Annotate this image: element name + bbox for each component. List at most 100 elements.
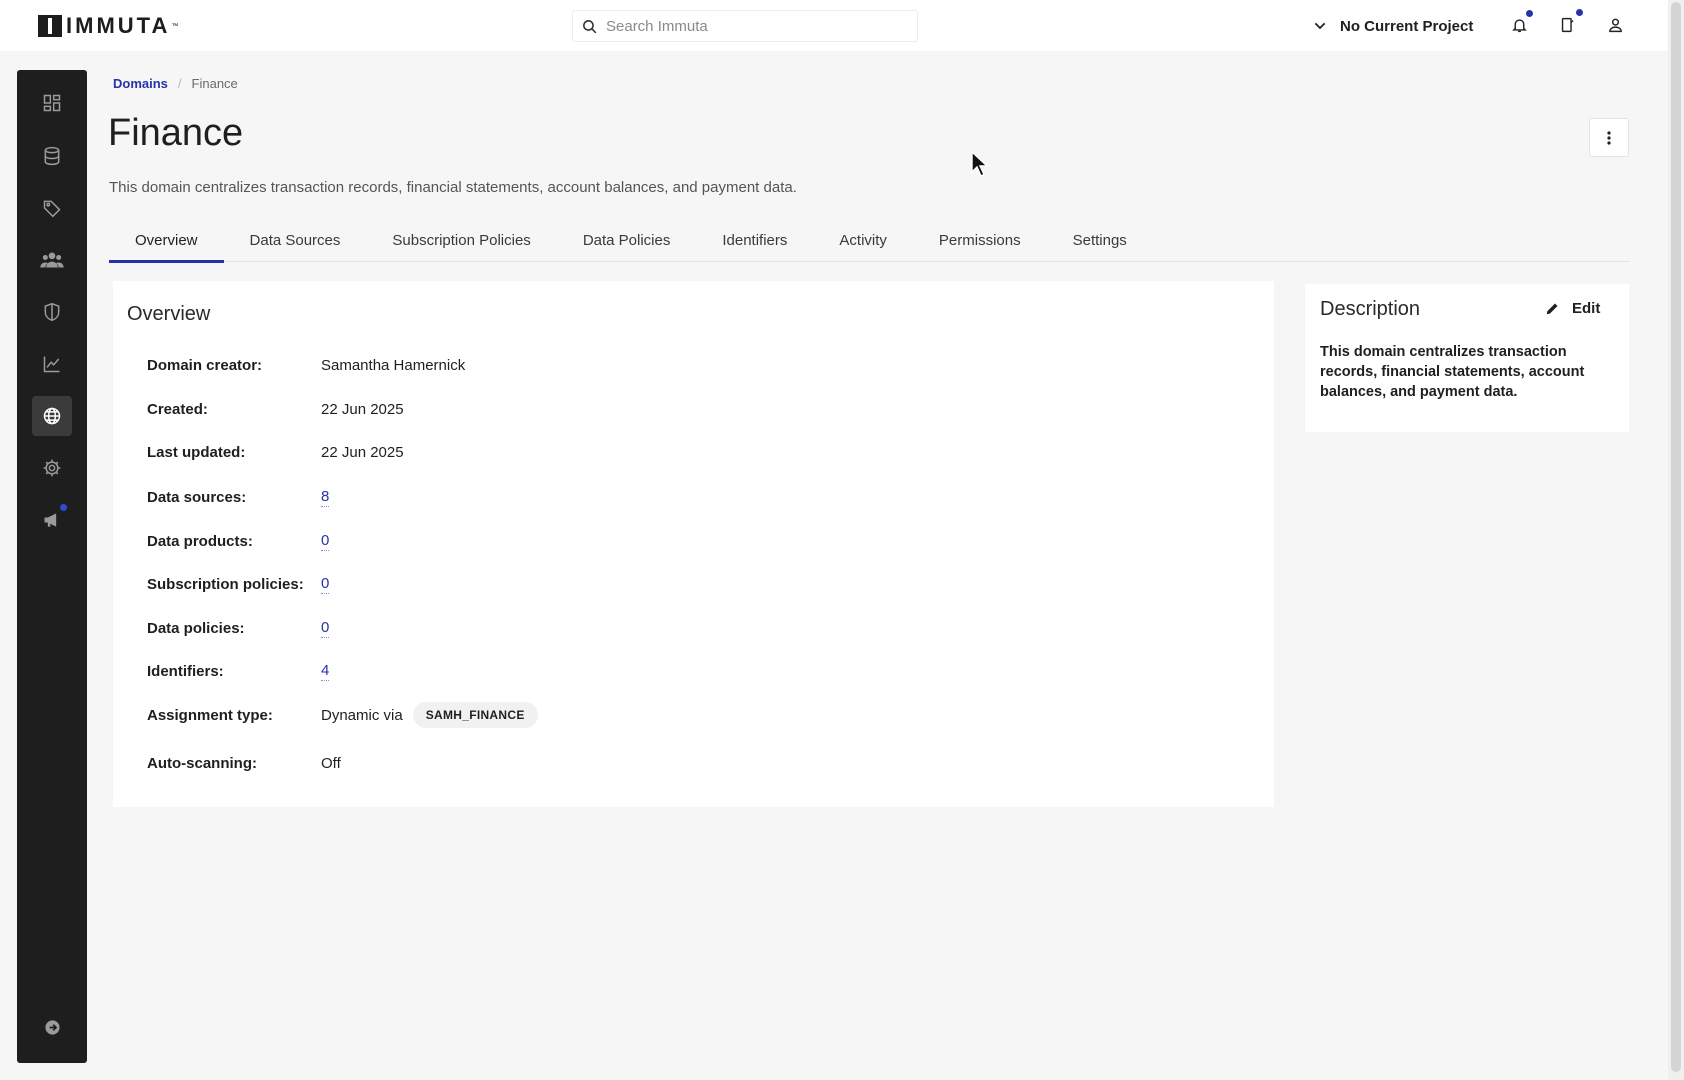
row-auto-scanning: Auto-scanning: Off xyxy=(147,755,341,772)
search-input[interactable] xyxy=(606,17,906,35)
notifications-button[interactable] xyxy=(1508,10,1533,36)
edit-label: Edit xyxy=(1572,300,1601,317)
database-icon xyxy=(44,146,60,166)
sidebar-item-policies[interactable] xyxy=(32,292,72,332)
assignment-type-value: Dynamic via xyxy=(321,706,403,724)
trademark: ™ xyxy=(171,22,179,30)
row-assignment-type: Assignment type: Dynamic via SAMH_FINANC… xyxy=(147,702,538,728)
data-policies-count-link[interactable]: 0 xyxy=(321,619,330,638)
overview-card: Overview Domain creator: Samantha Hamern… xyxy=(113,281,1274,807)
domain-creator-value: Samantha Hamernick xyxy=(321,357,466,374)
requests-icon xyxy=(1561,17,1574,33)
sidebar-item-settings[interactable] xyxy=(32,448,72,488)
top-bar: IMMUTA ™ No Current Project xyxy=(0,0,1668,51)
row-data-policies: Data policies: 0 xyxy=(147,619,330,638)
tab-data-policies[interactable]: Data Policies xyxy=(557,224,697,262)
breadcrumb: Domains / Finance xyxy=(113,76,238,91)
more-actions-button[interactable] xyxy=(1589,118,1629,157)
row-label: Data products: xyxy=(147,533,253,550)
immuta-logo[interactable]: IMMUTA ™ xyxy=(38,15,178,37)
shield-icon xyxy=(44,302,60,322)
data-sources-count-link[interactable]: 8 xyxy=(321,488,330,507)
project-label: No Current Project xyxy=(1340,17,1474,35)
tab-data-sources[interactable]: Data Sources xyxy=(224,224,367,262)
sidebar-item-dashboard[interactable] xyxy=(32,83,72,123)
data-products-count-link[interactable]: 0 xyxy=(321,532,330,551)
sidebar-item-data-sources[interactable] xyxy=(32,136,72,176)
requests-button[interactable] xyxy=(1556,9,1583,36)
pencil-icon xyxy=(1546,303,1558,315)
search-box[interactable] xyxy=(572,10,918,42)
row-last-updated: Last updated: 22 Jun 2025 xyxy=(147,444,404,461)
people-icon xyxy=(40,252,64,268)
sidebar-item-people[interactable] xyxy=(32,240,72,280)
tab-subscription-policies[interactable]: Subscription Policies xyxy=(366,224,556,262)
description-card: Description Edit This domain centralizes… xyxy=(1305,284,1629,432)
row-label: Auto-scanning: xyxy=(147,755,257,772)
scrollbar-thumb[interactable] xyxy=(1671,2,1681,1072)
sidebar xyxy=(17,70,87,1063)
user-icon xyxy=(1608,18,1622,33)
tab-overview[interactable]: Overview xyxy=(109,224,224,263)
announcement-dot xyxy=(60,504,67,511)
row-domain-creator: Domain creator: Samantha Hamernick xyxy=(147,357,465,374)
row-label: Created: xyxy=(147,401,208,418)
collapse-arrow-icon xyxy=(44,1019,60,1035)
row-label: Assignment type: xyxy=(147,706,273,724)
logo-text: IMMUTA xyxy=(66,13,171,38)
page-title: Finance xyxy=(108,112,244,154)
dashboard-icon xyxy=(43,94,61,112)
row-label: Data sources: xyxy=(147,489,247,506)
tab-activity[interactable]: Activity xyxy=(813,224,913,262)
page-description: This domain centralizes transaction reco… xyxy=(109,179,797,196)
subscription-policies-count-link[interactable]: 0 xyxy=(321,575,330,594)
tab-bar: Overview Data Sources Subscription Polic… xyxy=(109,224,1630,263)
tab-settings[interactable]: Settings xyxy=(1047,224,1153,262)
identifiers-count-link[interactable]: 4 xyxy=(321,662,330,681)
mouse-cursor-icon xyxy=(971,151,989,177)
row-label: Identifiers: xyxy=(147,663,224,680)
sidebar-item-announcements[interactable] xyxy=(32,500,72,540)
row-label: Subscription policies: xyxy=(147,576,304,593)
row-identifiers: Identifiers: 4 xyxy=(147,662,330,681)
row-label: Data policies: xyxy=(147,620,245,637)
row-label: Last updated: xyxy=(147,444,246,461)
logo-mark xyxy=(38,15,62,37)
row-data-sources: Data sources: 8 xyxy=(147,488,330,507)
tab-identifiers[interactable]: Identifiers xyxy=(696,224,813,262)
row-created: Created: 22 Jun 2025 xyxy=(147,401,404,418)
tag-icon xyxy=(43,200,61,218)
assignment-tag: SAMH_FINANCE xyxy=(412,702,538,728)
breadcrumb-domains-link[interactable]: Domains xyxy=(113,76,168,91)
description-text: This domain centralizes transaction reco… xyxy=(1320,344,1585,400)
bell-icon xyxy=(1511,19,1527,33)
tab-permissions[interactable]: Permissions xyxy=(913,224,1047,262)
sidebar-item-tags[interactable] xyxy=(32,188,72,228)
overview-title: Overview xyxy=(127,303,211,325)
gear-icon xyxy=(43,459,61,477)
auto-scanning-value: Off xyxy=(321,755,341,772)
project-selector[interactable]: No Current Project xyxy=(1312,14,1473,38)
chart-icon xyxy=(43,356,60,373)
user-menu-button[interactable] xyxy=(1604,14,1626,36)
more-vertical-icon xyxy=(1607,130,1611,145)
page-scrollbar[interactable] xyxy=(1668,0,1684,1080)
sidebar-collapse-button[interactable] xyxy=(32,1007,72,1047)
description-title: Description xyxy=(1320,298,1421,320)
edit-description-button[interactable]: Edit xyxy=(1545,300,1600,317)
row-subscription-policies: Subscription policies: 0 xyxy=(147,575,330,594)
requests-dot xyxy=(1576,9,1583,16)
breadcrumb-current: Finance xyxy=(191,76,238,91)
chevron-down-icon xyxy=(1314,22,1326,30)
megaphone-icon xyxy=(44,513,57,527)
sidebar-item-audit[interactable] xyxy=(32,344,72,384)
row-label: Domain creator: xyxy=(147,357,263,374)
notification-dot xyxy=(1526,10,1533,17)
breadcrumb-separator: / xyxy=(177,76,182,91)
row-data-products: Data products: 0 xyxy=(147,532,330,551)
search-icon xyxy=(583,19,597,33)
sidebar-item-domains[interactable] xyxy=(32,396,72,436)
last-updated-value: 22 Jun 2025 xyxy=(321,444,404,461)
globe-icon xyxy=(43,407,61,425)
created-value: 22 Jun 2025 xyxy=(321,401,404,418)
